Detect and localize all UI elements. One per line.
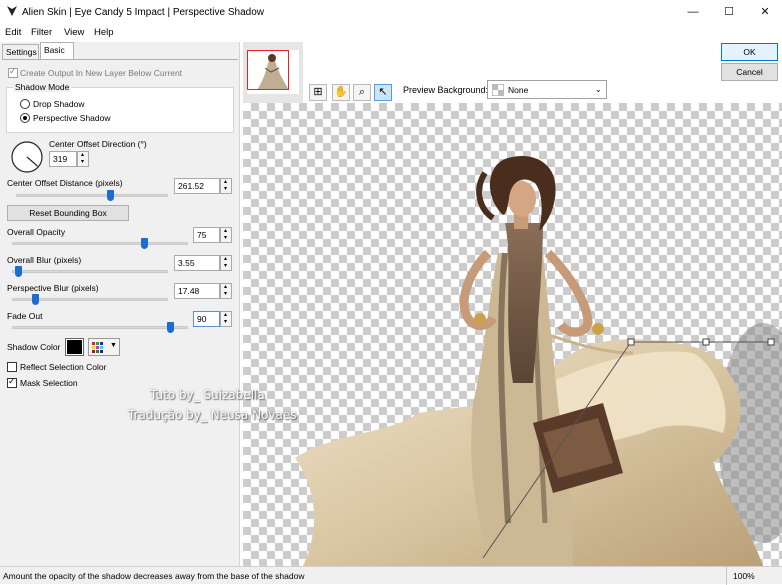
shadow-mode-group <box>6 87 234 133</box>
preview-background-value: None <box>508 85 529 95</box>
tab-divider <box>2 59 238 60</box>
center-offset-distance-slider[interactable] <box>107 190 115 201</box>
fade-out-track <box>12 326 188 329</box>
overall-blur-label: Overall Blur (pixels) <box>7 255 82 265</box>
perspective-blur-label: Perspective Blur (pixels) <box>7 283 99 293</box>
minimize-icon[interactable]: — <box>676 0 710 24</box>
zoom-to-fit-icon[interactable]: ⊞ <box>309 84 327 101</box>
overall-blur-slider[interactable] <box>15 266 23 277</box>
perspective-blur-spinner[interactable] <box>220 283 232 299</box>
viewport-rectangle[interactable] <box>247 50 289 90</box>
hand-icon[interactable]: ✋ <box>332 84 350 101</box>
shadow-color-label: Shadow Color <box>7 342 61 352</box>
mask-selection-label: Mask Selection <box>20 378 78 388</box>
chevron-down-icon: ⌄ <box>595 85 602 94</box>
overall-opacity-input[interactable]: 75 <box>193 227 220 243</box>
center-offset-distance-track <box>16 194 168 197</box>
perspective-blur-slider[interactable] <box>32 294 40 305</box>
drop-shadow-radio[interactable] <box>20 99 30 109</box>
window-title: Alien Skin | Eye Candy 5 Impact | Perspe… <box>22 7 264 18</box>
watermark-tuto: Tuto by_ Suizabella <box>150 388 265 402</box>
chevron-down-icon: ▼ <box>110 342 117 349</box>
color-palette-button[interactable]: ▼ <box>88 338 120 356</box>
overall-blur-input[interactable]: 3.55 <box>174 255 220 271</box>
reset-bounding-box-button[interactable]: Reset Bounding Box <box>7 205 129 221</box>
tab-basic[interactable]: Basic <box>40 42 74 59</box>
alien-skin-icon <box>7 6 17 16</box>
fade-out-label: Fade Out <box>7 311 43 321</box>
shadow-color-swatch[interactable] <box>65 338 84 356</box>
overall-opacity-spinner[interactable] <box>220 227 232 243</box>
arrow-select-icon[interactable]: ↖ <box>374 84 392 101</box>
cancel-button[interactable]: Cancel <box>721 63 778 81</box>
status-divider <box>726 567 727 585</box>
zoom-icon[interactable]: ⌕ <box>353 84 371 101</box>
overall-blur-spinner[interactable] <box>220 255 232 271</box>
create-output-checkbox[interactable]: ✓ <box>8 66 18 78</box>
watermark-traducao: Tradução by_ Neusa Novaes <box>128 408 297 422</box>
fade-out-spinner[interactable] <box>220 311 232 327</box>
preview-background-select[interactable]: None ⌄ <box>487 80 607 99</box>
menu-edit[interactable]: Edit <box>5 27 21 38</box>
perspective-shadow-label: Perspective Shadow <box>33 113 111 123</box>
fade-out-input[interactable]: 90 <box>193 311 220 327</box>
status-message: Amount the opacity of the shadow decreas… <box>3 571 305 581</box>
menu-view[interactable]: View <box>64 27 84 38</box>
reflect-selection-color-checkbox[interactable] <box>7 362 17 372</box>
center-offset-direction-label: Center Offset Direction (°) <box>49 139 147 149</box>
overall-opacity-slider[interactable] <box>141 238 148 249</box>
navigator-thumbnail[interactable] <box>243 42 303 103</box>
center-offset-distance-input[interactable]: 261.52 <box>174 178 220 194</box>
tab-settings[interactable]: Settings <box>2 44 39 59</box>
shadow-mode-label: Shadow Mode <box>13 82 72 92</box>
fade-out-slider[interactable] <box>167 322 175 333</box>
overall-opacity-track <box>12 242 188 245</box>
zoom-level: 100% <box>733 571 755 581</box>
preview-background-label: Preview Background: <box>403 85 489 95</box>
mask-selection-checkbox[interactable]: ✓ <box>7 376 17 388</box>
reflect-selection-color-label: Reflect Selection Color <box>20 362 107 372</box>
menu-filter[interactable]: Filter <box>31 27 52 38</box>
create-output-label: Create Output In New Layer Below Current <box>20 68 183 78</box>
center-offset-distance-label: Center Offset Distance (pixels) <box>7 178 123 188</box>
drop-shadow-label: Drop Shadow <box>33 99 85 109</box>
perspective-blur-input[interactable]: 17.48 <box>174 283 220 299</box>
close-icon[interactable]: ✕ <box>748 0 782 24</box>
overall-opacity-label: Overall Opacity <box>7 227 66 237</box>
direction-dial[interactable] <box>10 140 44 174</box>
preview-image <box>295 155 782 566</box>
center-offset-direction-spinner[interactable] <box>77 151 89 167</box>
palette-grid-icon <box>92 342 103 353</box>
perspective-shadow-radio[interactable] <box>20 113 30 123</box>
menu-help[interactable]: Help <box>94 27 114 38</box>
maximize-icon[interactable]: ☐ <box>712 0 746 24</box>
menu-bar <box>0 25 782 41</box>
overall-blur-track <box>12 270 168 273</box>
ok-button[interactable]: OK <box>721 43 778 61</box>
preview-canvas[interactable] <box>243 103 782 566</box>
checkerboard-icon <box>492 84 504 96</box>
center-offset-distance-spinner[interactable] <box>220 178 232 194</box>
title-bar: Alien Skin | Eye Candy 5 Impact | Perspe… <box>0 0 782 24</box>
center-offset-direction-input[interactable]: 319 <box>49 151 77 167</box>
status-bar: Amount the opacity of the shadow decreas… <box>0 566 782 585</box>
